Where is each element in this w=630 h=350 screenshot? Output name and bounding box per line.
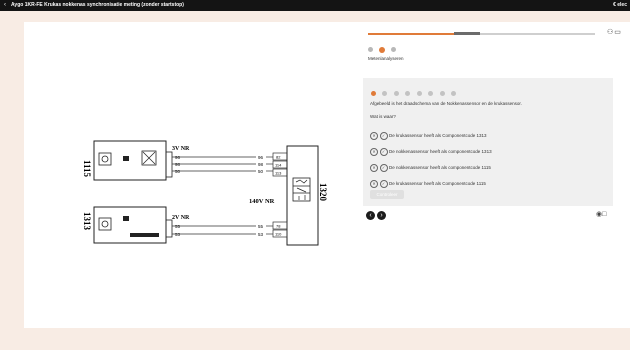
submit-button[interactable]: Controleer (370, 190, 404, 199)
pin-98-right: 98 (258, 162, 264, 167)
answer-option-2[interactable]: ✕ ✓ De nokkenassensor heeft als componen… (370, 147, 492, 156)
check-icon: ✓ (379, 131, 388, 140)
label-140v-nr: 140V NR (249, 198, 275, 205)
sensor-1115-symbol (98, 152, 112, 166)
section-label: Metenlanalyseren (368, 56, 404, 61)
pin-50-right: 50 (258, 169, 264, 174)
box-82: 82 (276, 155, 281, 160)
people-icon[interactable]: ⚇ (607, 29, 613, 36)
pin-55-left: 55 (175, 224, 181, 229)
label-3v-nr: 3V NR (172, 146, 190, 152)
answer-option-1[interactable]: ✕ ✓ De krukassensor heeft als Componentc… (370, 131, 487, 140)
option-label: De nokkenassensor heeft als componentcod… (389, 149, 492, 154)
previous-button[interactable]: ‹ (366, 211, 375, 220)
box-113: 113 (275, 171, 282, 176)
check-icon: ✓ (379, 147, 388, 156)
question-dot-active[interactable] (371, 91, 376, 97)
close-icon: ✕ (370, 147, 378, 156)
close-icon: ✕ (370, 163, 378, 172)
component-1115-box (93, 140, 167, 181)
square-icon[interactable]: □ (602, 211, 606, 218)
next-button[interactable]: › (377, 211, 386, 220)
question-dot[interactable] (428, 91, 434, 97)
box-78: 78 (276, 224, 281, 229)
question-dot[interactable] (393, 91, 399, 97)
progress-marker (454, 32, 480, 35)
step-dot[interactable] (368, 47, 373, 53)
pin-53-left: 53 (175, 232, 181, 237)
option-label: De krukassensor heeft als Componentcode … (389, 133, 487, 138)
chat-icon[interactable]: ▭ (614, 29, 621, 36)
option-label: De nokkenassensor heeft als componentcod… (389, 165, 491, 170)
component-1313-box (93, 206, 167, 244)
option-label: De krukassensor heeft als Componentcode … (389, 181, 486, 186)
bottom-right-icons: ◉□ (596, 210, 606, 218)
close-icon: ✕ (370, 179, 378, 188)
question-dot[interactable] (382, 91, 388, 97)
question-dot[interactable] (416, 91, 422, 97)
answer-option-3[interactable]: ✕ ✓ De nokkenassensor heeft als componen… (370, 163, 491, 172)
progress-bar (368, 33, 595, 35)
question-prompt: Wat is waar? (370, 114, 396, 119)
box-114: 114 (275, 163, 282, 168)
question-card: Afgebeeld is het draadschema van de Nokk… (363, 78, 613, 206)
pin-55-right: 55 (258, 224, 264, 229)
pin-53-right: 53 (258, 232, 264, 237)
sensor-1313-symbol (98, 217, 112, 231)
label-2v-nr: 2V NR (172, 215, 190, 221)
label-1320: 1320 (318, 183, 328, 202)
label-1115: 1115 (82, 160, 92, 178)
check-icon: ✓ (379, 179, 388, 188)
answer-option-4[interactable]: ✕ ✓ De krukassensor heeft als Componentc… (370, 179, 486, 188)
label-1313: 1313 (82, 212, 92, 231)
step-dot-active[interactable] (378, 46, 385, 53)
check-icon: ✓ (379, 163, 388, 172)
step-dot[interactable] (390, 47, 396, 53)
component-1320-box (286, 145, 319, 246)
question-title: Afgebeeld is het draadschema van de Nokk… (370, 101, 522, 106)
pin-96-right: 96 (258, 155, 264, 160)
top-right-icons: ⚇▭ (606, 28, 621, 36)
pin-96-left: 96 (175, 155, 181, 160)
box-110: 110 (275, 232, 282, 237)
question-dot[interactable] (439, 91, 445, 97)
pin-50-left: 50 (175, 169, 181, 174)
pin-98-left: 98 (175, 162, 181, 167)
close-icon: ✕ (370, 131, 378, 140)
question-dot[interactable] (451, 91, 457, 97)
question-dot[interactable] (405, 91, 411, 97)
